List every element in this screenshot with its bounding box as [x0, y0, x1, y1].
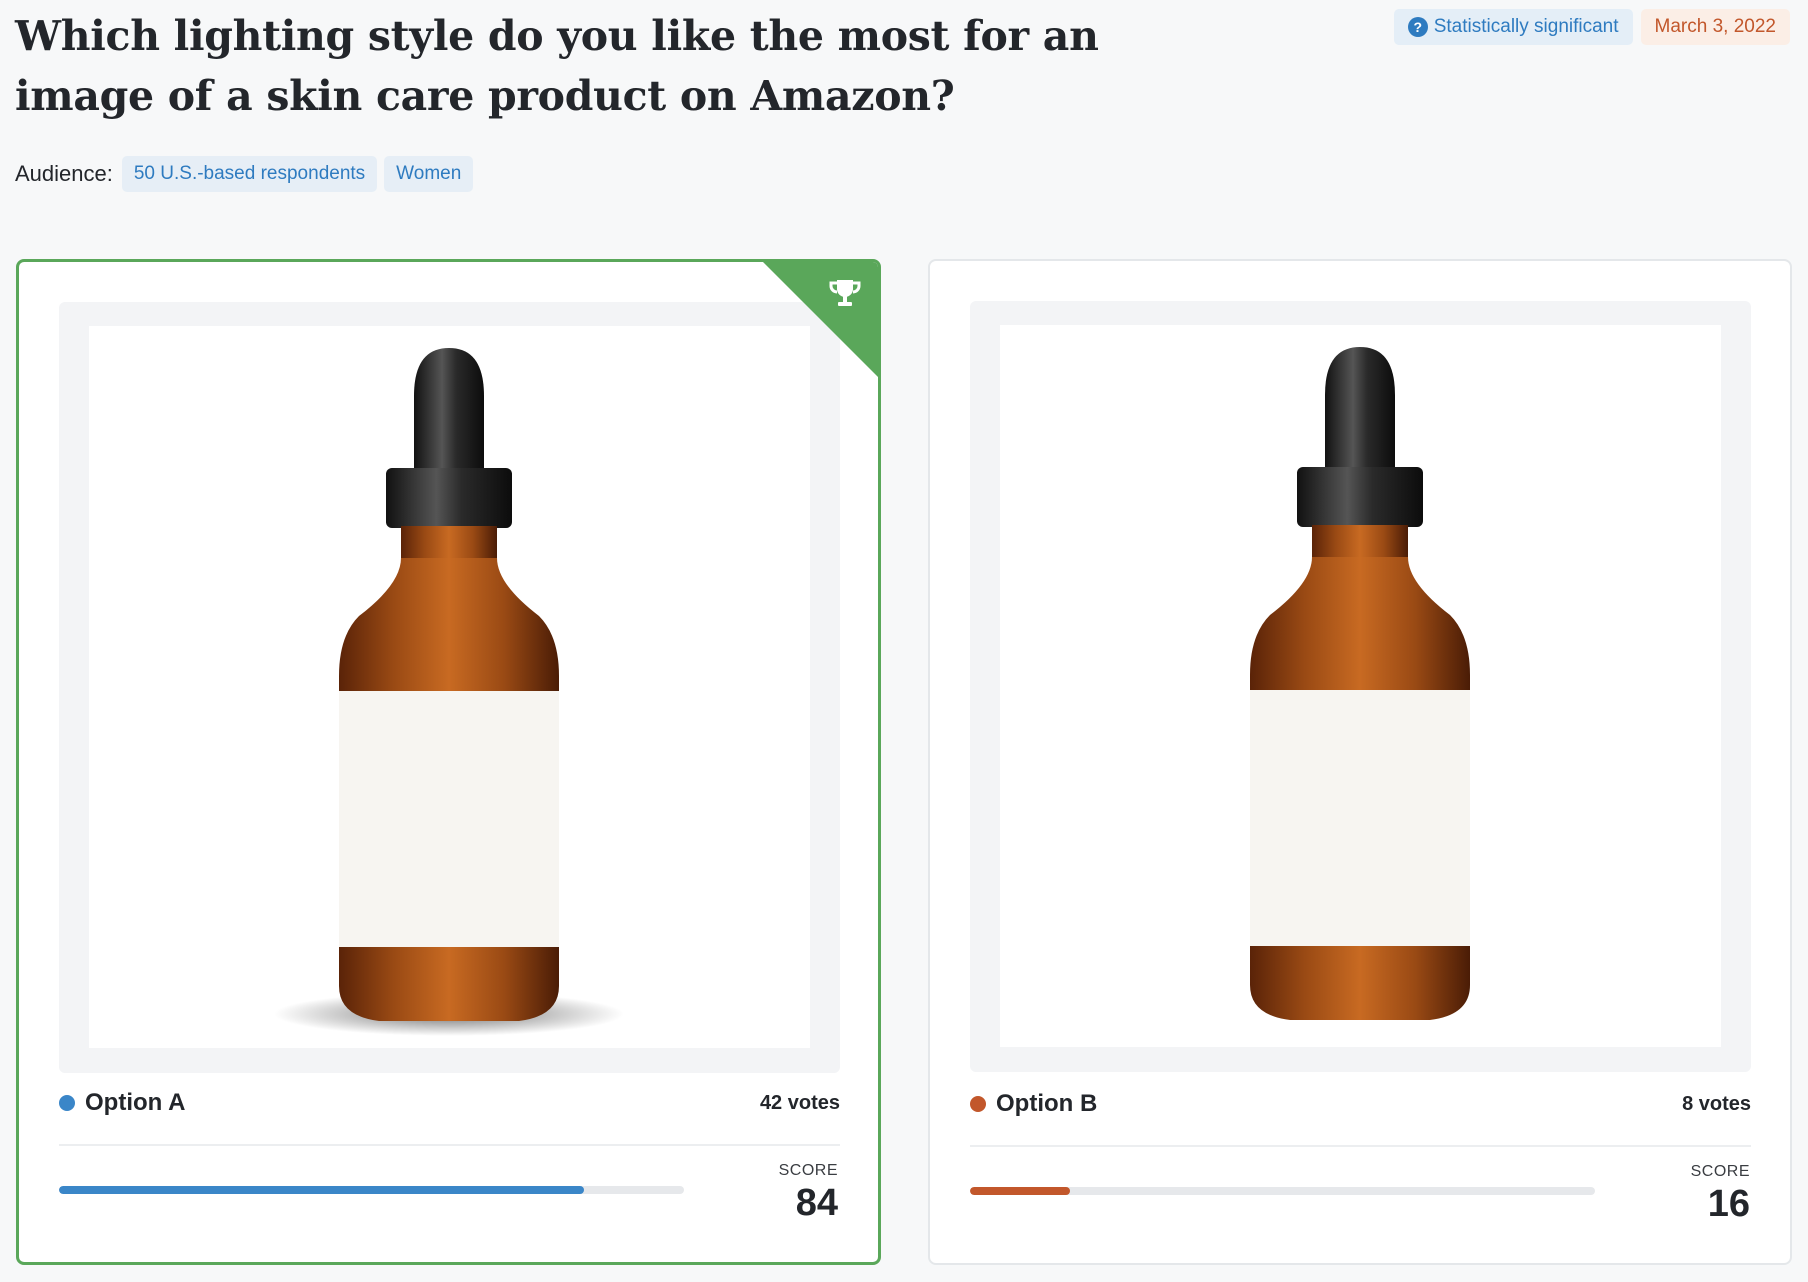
audience-chip-respondents: 50 U.S.-based respondents — [121, 156, 378, 192]
trophy-icon — [829, 280, 861, 306]
option-votes: 42 votes — [759, 1091, 840, 1114]
option-card-a[interactable]: Option A 42 votes SCORE 84 — [16, 259, 881, 1265]
option-name: Option A — [85, 1089, 186, 1116]
score-bar — [970, 1187, 1595, 1195]
score-value: 16 — [1707, 1183, 1750, 1225]
top-badges: ? Statistically significant March 3, 202… — [1393, 9, 1790, 45]
score-bar-fill — [970, 1187, 1070, 1195]
serum-bottle-image — [274, 348, 624, 1036]
audience-chip-segment: Women — [384, 156, 474, 192]
divider — [59, 1144, 840, 1146]
option-row: Option A 42 votes — [59, 1089, 840, 1117]
option-color-dot — [59, 1095, 75, 1111]
date-badge: March 3, 2022 — [1640, 9, 1790, 45]
product-image[interactable] — [89, 326, 810, 1048]
audience-label: Audience: — [15, 161, 113, 186]
audience-row: Audience: 50 U.S.-based respondents Wome… — [15, 156, 474, 192]
significance-badge[interactable]: ? Statistically significant — [1393, 9, 1633, 45]
question-circle-icon: ? — [1407, 17, 1428, 37]
option-card-b[interactable]: Option B 8 votes SCORE 16 — [928, 259, 1792, 1265]
score-box: SCORE 84 — [779, 1162, 838, 1226]
option-color-dot — [970, 1096, 986, 1112]
product-image[interactable] — [1000, 325, 1721, 1047]
image-frame — [59, 302, 840, 1073]
option-row: Option B 8 votes — [970, 1090, 1751, 1118]
score-bar-fill — [59, 1186, 584, 1194]
significance-label: Statistically significant — [1433, 16, 1619, 37]
score-label: SCORE — [1690, 1163, 1750, 1180]
question-title: Which lighting style do you like the mos… — [15, 12, 1099, 120]
serum-bottle-image — [1250, 347, 1470, 1020]
score-label: SCORE — [778, 1162, 838, 1179]
divider — [970, 1145, 1751, 1147]
option-votes: 8 votes — [1682, 1092, 1751, 1115]
score-value: 84 — [795, 1182, 838, 1224]
score-bar — [59, 1186, 684, 1194]
score-box: SCORE 16 — [1691, 1163, 1750, 1227]
image-frame — [970, 301, 1751, 1072]
option-name: Option B — [996, 1090, 1098, 1117]
